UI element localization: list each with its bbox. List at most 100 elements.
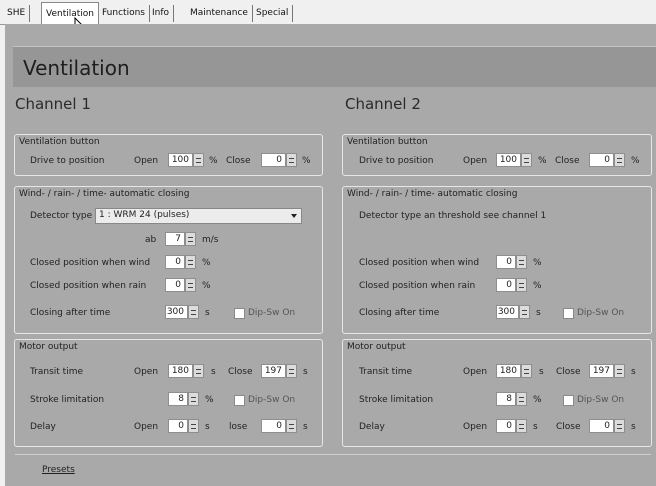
main-panel: Ventilation Channel 1 Channel 2 Ventilat…	[5, 24, 656, 486]
unit-label: s	[205, 308, 210, 318]
open-label: Open	[463, 422, 488, 432]
spinner-value[interactable]: 8	[496, 392, 516, 406]
spinner-value[interactable]: 197	[589, 364, 614, 378]
spinner-value[interactable]: 0	[496, 255, 516, 269]
transit-time-label: Transit time	[30, 367, 84, 377]
spinner-arrows-icon[interactable]	[519, 305, 530, 319]
spinner-arrows-icon[interactable]	[188, 419, 199, 433]
spinner-value[interactable]: 180	[496, 364, 521, 378]
stroke-limitation-label: Stroke limitation	[30, 395, 105, 405]
spinner-arrows-icon[interactable]	[521, 153, 532, 167]
group-title: Wind- / rain- / time- automatic closing	[19, 189, 190, 199]
delay-label: Delay	[359, 422, 385, 432]
spinner-arrows-icon[interactable]	[188, 305, 199, 319]
close-label: Close	[555, 156, 580, 166]
unit-label: %	[631, 156, 640, 166]
ch1-ventilation-button-group: Ventilation button Drive to position Ope…	[14, 134, 323, 176]
ch2-wind-rain-time-group: Wind- / rain- / time- automatic closing …	[342, 186, 652, 334]
spinner-value[interactable]: 0	[261, 153, 286, 167]
unit-label: %	[302, 156, 311, 166]
detector-note: Detector type an threshold see channel 1	[359, 211, 547, 221]
close-label: Close	[226, 156, 251, 166]
spinner-arrows-icon[interactable]	[193, 364, 204, 378]
detector-type-label: Detector type	[30, 211, 93, 221]
spinner-arrows-icon[interactable]	[185, 255, 196, 269]
tab-maintenance[interactable]: Maintenance	[186, 5, 253, 22]
footer-divider	[15, 454, 651, 455]
group-title: Motor output	[19, 342, 78, 352]
dip-sw-label: Dip-Sw On	[577, 395, 625, 405]
spinner-value[interactable]: 0	[496, 419, 516, 433]
dip-sw-label: Dip-Sw On	[577, 308, 625, 318]
chevron-down-icon[interactable]	[291, 214, 297, 218]
channel-2-heading: Channel 2	[345, 95, 421, 113]
unit-label: s	[631, 367, 636, 377]
spinner-arrows-icon[interactable]	[516, 392, 527, 406]
spinner-arrows-icon[interactable]	[516, 255, 527, 269]
group-title: Wind- / rain- / time- automatic closing	[347, 189, 518, 199]
channel-1-heading: Channel 1	[15, 95, 91, 113]
spinner-arrows-icon[interactable]	[193, 153, 204, 167]
spinner-arrows-icon[interactable]	[185, 278, 196, 292]
unit-label: %	[205, 395, 214, 405]
closed-position-rain-label: Closed position when rain	[30, 281, 147, 291]
spinner-value[interactable]: 100	[496, 153, 521, 167]
spinner-arrows-icon[interactable]	[521, 364, 532, 378]
spinner-arrows-icon[interactable]	[188, 392, 199, 406]
ch1-motor-output-group: Motor output Transit time Open 180 s Clo…	[14, 339, 323, 447]
spinner-value[interactable]: 180	[168, 364, 193, 378]
closing-after-time-label: Closing after time	[359, 308, 440, 318]
stroke-limitation-label: Stroke limitation	[359, 395, 434, 405]
spinner-arrows-icon[interactable]	[286, 364, 297, 378]
spinner-value[interactable]: 0	[165, 255, 185, 269]
presets-link[interactable]: Presets	[42, 465, 75, 475]
tab-ventilation[interactable]: Ventilation	[41, 2, 99, 25]
closed-position-wind-label: Closed position when wind	[30, 258, 151, 268]
spinner-value[interactable]: 7	[165, 232, 185, 246]
dip-sw-checkbox[interactable]	[234, 395, 245, 406]
tab-special[interactable]: Special	[252, 5, 294, 22]
closed-position-rain-label: Closed position when rain	[359, 281, 476, 291]
spinner-arrows-icon[interactable]	[286, 419, 297, 433]
spinner-value[interactable]: 0	[165, 278, 185, 292]
unit-label: s	[303, 367, 308, 377]
unit-label: s	[303, 422, 308, 432]
group-title: Ventilation button	[19, 137, 100, 147]
delay-label: Delay	[30, 422, 56, 432]
dropdown-value: 1 : WRM 24 (pulses)	[99, 210, 190, 220]
spinner-arrows-icon[interactable]	[516, 278, 527, 292]
spinner-arrows-icon[interactable]	[614, 153, 625, 167]
unit-label: m/s	[202, 235, 219, 245]
detector-type-dropdown[interactable]: 1 : WRM 24 (pulses)	[95, 208, 302, 224]
unit-label: %	[202, 258, 211, 268]
dip-sw-checkbox[interactable]	[563, 308, 574, 319]
spinner-value[interactable]: 0	[261, 419, 286, 433]
spinner-arrows-icon[interactable]	[286, 153, 297, 167]
tab-bar: SHE Ventilation Functions Info Maintenan…	[0, 0, 656, 25]
dip-sw-checkbox[interactable]	[563, 395, 574, 406]
spinner-value[interactable]: 300	[165, 305, 188, 319]
unit-label: s	[533, 422, 538, 432]
spinner-value[interactable]: 197	[261, 364, 286, 378]
spinner-value[interactable]: 0	[168, 419, 188, 433]
tab-functions[interactable]: Functions	[98, 5, 150, 22]
spinner-arrows-icon[interactable]	[185, 232, 196, 246]
spinner-value[interactable]: 100	[168, 153, 193, 167]
spinner-arrows-icon[interactable]	[614, 364, 625, 378]
spinner-arrows-icon[interactable]	[516, 419, 527, 433]
unit-label: %	[538, 156, 547, 166]
spinner-value[interactable]: 0	[589, 153, 614, 167]
tab-she[interactable]: SHE	[3, 5, 31, 22]
spinner-value[interactable]: 8	[168, 392, 188, 406]
close-label: Close	[556, 422, 581, 432]
unit-label: s	[631, 422, 636, 432]
tab-info[interactable]: Info	[148, 5, 175, 22]
spinner-value[interactable]: 300	[496, 305, 519, 319]
ab-label: ab	[145, 235, 157, 245]
unit-label: s	[205, 422, 210, 432]
spinner-value[interactable]: 0	[496, 278, 516, 292]
spinner-value[interactable]: 0	[589, 419, 614, 433]
spinner-arrows-icon[interactable]	[614, 419, 625, 433]
group-title: Ventilation button	[347, 137, 428, 147]
dip-sw-checkbox[interactable]	[234, 308, 245, 319]
